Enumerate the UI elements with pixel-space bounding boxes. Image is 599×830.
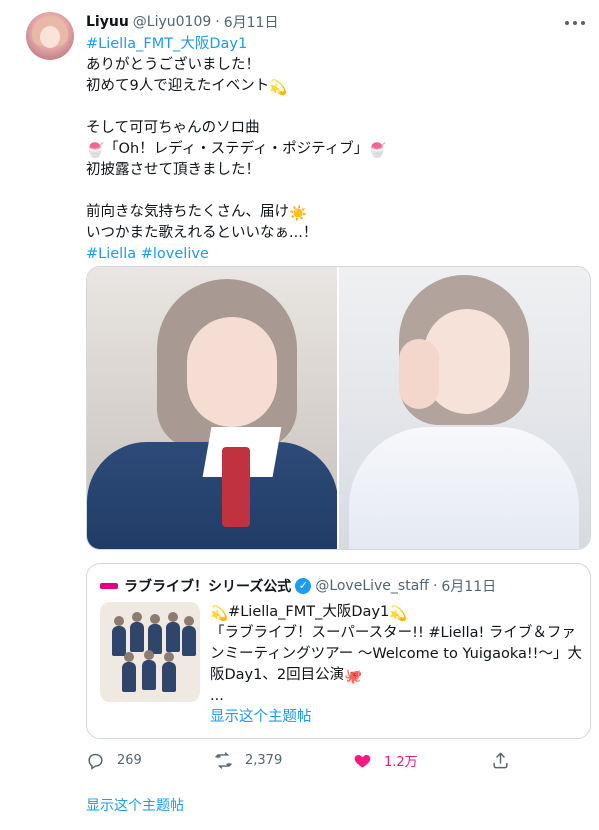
verified-icon: ✓ xyxy=(295,578,312,594)
lovelive-logo-icon xyxy=(100,583,118,589)
avatar[interactable] xyxy=(26,12,74,60)
separator-dot: · xyxy=(432,578,438,594)
tweet-line-3: そして可可ちゃんのソロ曲 xyxy=(86,120,260,136)
sun-icon: ☀️ xyxy=(289,206,308,222)
tweet-line-6: 前向きな気持ちたくさん、届け☀️ xyxy=(86,202,586,223)
sparkle-icon: 💫 xyxy=(269,80,288,96)
tweet-header: Liyuu @Liyu0109 · 6月11日 xyxy=(86,11,278,33)
tweet-line-2: 初めて9人で迎えたイベント💫 xyxy=(86,76,586,97)
quote-header: ラブライブ！シリーズ公式 ✓ @LoveLive_staff · 6月11日 xyxy=(100,576,496,596)
quote-author-handle: @LoveLive_staff xyxy=(315,578,429,594)
share-button[interactable] xyxy=(491,748,522,772)
tweet-date[interactable]: 6月11日 xyxy=(224,12,279,32)
photo-right[interactable] xyxy=(339,267,590,549)
tweet-text: #Liella_FMT_大阪Day1 ありがとうございました！ 初めて9人で迎え… xyxy=(86,34,586,265)
quote-thumbnail xyxy=(100,602,200,702)
sparkle-icon: 💫 xyxy=(210,606,229,622)
octopus-icon: 🐙 xyxy=(344,669,363,685)
quote-show-thread-link[interactable]: 显示这个主题帖 xyxy=(210,709,312,725)
author-name[interactable]: Liyuu xyxy=(86,14,129,30)
shaved-ice-icon: 🍧 xyxy=(86,143,105,159)
show-thread-link[interactable]: 显示这个主题帖 xyxy=(86,795,184,815)
retweet-count: 2,379 xyxy=(245,752,283,768)
quoted-tweet[interactable]: ラブライブ！シリーズ公式 ✓ @LoveLive_staff · 6月11日 💫… xyxy=(86,563,591,739)
like-button[interactable]: 1.2万 xyxy=(353,748,418,772)
media-grid xyxy=(86,266,591,550)
quote-line-1: 💫#Liella_FMT_大阪Day1💫 xyxy=(210,602,585,623)
tweet-line-1: ありがとうございました！ xyxy=(86,57,260,73)
retweet-icon xyxy=(215,751,232,769)
quote-line-4: 阪Day1、2回目公演🐙 xyxy=(210,665,585,686)
hashtag-lovelive[interactable]: #lovelive xyxy=(141,246,209,262)
shaved-ice-icon: 🍧 xyxy=(368,143,387,159)
reply-count: 269 xyxy=(117,752,142,768)
reply-icon xyxy=(88,753,103,770)
sparkle-icon: 💫 xyxy=(389,606,408,622)
reply-button[interactable]: 269 xyxy=(86,748,142,772)
quote-text: 💫#Liella_FMT_大阪Day1💫 「ラブライブ！スーパースター!! #L… xyxy=(210,602,585,728)
quote-line-3: ンミーティングツアー ～Welcome to Yuigaoka!!～」大 xyxy=(210,646,582,662)
avatar-face xyxy=(40,26,60,48)
like-count: 1.2万 xyxy=(384,754,418,770)
tweet-line-4: 🍧「Oh！レディ・ステディ・ポジティブ」🍧 xyxy=(86,139,586,160)
retweet-button[interactable]: 2,379 xyxy=(214,748,282,772)
photo-left[interactable] xyxy=(87,267,337,549)
tweet: Liyuu @Liyu0109 · 6月11日 #Liella_FMT_大阪Da… xyxy=(0,0,599,830)
hashtag-fmt[interactable]: #Liella_FMT_大阪Day1 xyxy=(86,36,247,52)
more-options-icon[interactable] xyxy=(565,16,585,30)
quote-author-name: ラブライブ！シリーズ公式 xyxy=(124,579,292,595)
author-handle[interactable]: @Liyu0109 xyxy=(133,14,211,30)
tweet-line-7: いつかまた歌えれるといいなぁ...！ xyxy=(86,225,318,241)
heart-icon xyxy=(354,754,371,768)
quote-line-2: 「ラブライブ！スーパースター!! #Liella! ライブ＆ファ xyxy=(210,625,576,641)
separator-dot: · xyxy=(215,14,220,30)
quote-line-5: ... xyxy=(210,688,224,704)
share-icon xyxy=(493,751,508,768)
action-bar: 269 2,379 1.2万 xyxy=(86,748,516,772)
hashtag-liella[interactable]: #Liella xyxy=(86,246,136,262)
tweet-line-5: 初披露させて頂きました！ xyxy=(86,162,260,178)
quote-date: 6月11日 xyxy=(441,579,497,595)
